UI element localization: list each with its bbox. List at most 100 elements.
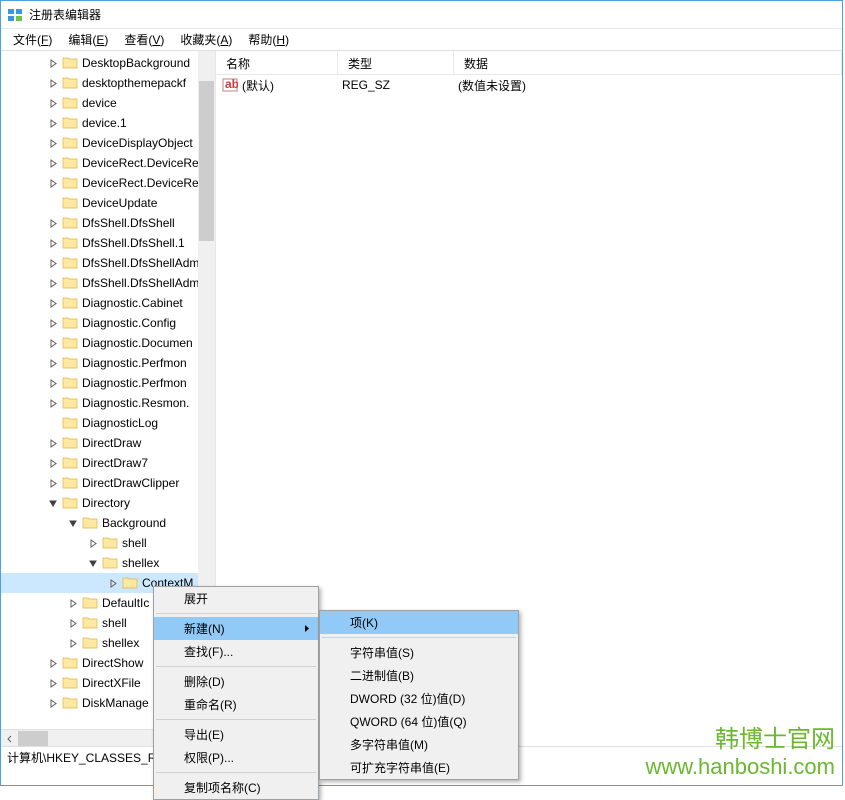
folder-icon — [82, 636, 98, 650]
menu-item[interactable]: 重命名(R) — [154, 693, 318, 716]
expand-icon[interactable] — [47, 397, 60, 410]
tree-item[interactable]: Diagnostic.Resmon. — [1, 393, 215, 413]
column-data[interactable]: 数据 — [454, 51, 842, 74]
menu-item[interactable]: 二进制值(B) — [320, 664, 518, 687]
tree-item-label: DirectDrawClipper — [82, 476, 179, 490]
tree-item[interactable]: DeviceUpdate — [1, 193, 215, 213]
expand-icon[interactable] — [47, 257, 60, 270]
menu-item[interactable]: 项(K) — [320, 611, 518, 634]
list-row[interactable]: ab(默认)REG_SZ(数值未设置) — [216, 75, 842, 95]
menu-item[interactable]: DWORD (32 位)值(D) — [320, 687, 518, 710]
expand-icon[interactable] — [47, 297, 60, 310]
menu-item[interactable]: 权限(P)... — [154, 746, 318, 769]
expand-icon[interactable] — [47, 357, 60, 370]
expand-icon[interactable] — [47, 437, 60, 450]
scrollbar-thumb[interactable] — [18, 731, 48, 746]
expand-icon[interactable] — [47, 477, 60, 490]
expand-icon[interactable] — [47, 97, 60, 110]
menu-item[interactable]: 查找(F)... — [154, 640, 318, 663]
expand-icon[interactable] — [47, 117, 60, 130]
tree-item[interactable]: DiagnosticLog — [1, 413, 215, 433]
tree-item[interactable]: shell — [1, 533, 215, 553]
tree-item[interactable]: DirectDraw7 — [1, 453, 215, 473]
expand-icon[interactable] — [47, 377, 60, 390]
expand-icon[interactable] — [47, 217, 60, 230]
expand-icon[interactable] — [47, 277, 60, 290]
tree-item[interactable]: desktopthemepackf — [1, 73, 215, 93]
window-title: 注册表编辑器 — [29, 6, 101, 23]
watermark-text-1: 韩博士官网 — [645, 719, 835, 754]
expand-icon[interactable] — [47, 177, 60, 190]
expand-icon[interactable] — [87, 537, 100, 550]
tree-item-label: DeviceRect.DeviceRe — [82, 176, 199, 190]
tree-item[interactable]: device.1 — [1, 113, 215, 133]
column-name[interactable]: 名称 — [216, 51, 338, 74]
expand-icon[interactable] — [47, 697, 60, 710]
expand-icon[interactable] — [47, 657, 60, 670]
tree-item[interactable]: DirectDrawClipper — [1, 473, 215, 493]
expand-icon[interactable] — [47, 237, 60, 250]
tree-item[interactable]: DfsShell.DfsShellAdm — [1, 273, 215, 293]
menu-item[interactable]: 可扩充字符串值(E) — [320, 756, 518, 779]
tree-item[interactable]: DeviceRect.DeviceRe — [1, 153, 215, 173]
expand-icon[interactable] — [107, 577, 120, 590]
no-expand — [47, 197, 60, 210]
menu-e[interactable]: 编辑(E) — [60, 29, 116, 50]
expand-icon[interactable] — [47, 77, 60, 90]
expand-icon[interactable] — [47, 677, 60, 690]
folder-icon — [62, 156, 78, 170]
menu-a[interactable]: 收藏夹(A) — [172, 29, 240, 50]
folder-icon — [62, 76, 78, 90]
expand-icon[interactable] — [67, 597, 80, 610]
folder-icon — [82, 596, 98, 610]
menu-h[interactable]: 帮助(H) — [240, 29, 297, 50]
menu-separator — [156, 719, 316, 720]
scroll-left-button[interactable] — [1, 730, 18, 746]
list-body: ab(默认)REG_SZ(数值未设置) — [216, 75, 842, 95]
expand-icon[interactable] — [47, 57, 60, 70]
menu-f[interactable]: 文件(F) — [5, 29, 60, 50]
scrollbar-thumb[interactable] — [199, 81, 214, 241]
folder-icon — [62, 676, 78, 690]
menu-item[interactable]: 新建(N) — [154, 617, 318, 640]
tree-item[interactable]: Diagnostic.Perfmon — [1, 373, 215, 393]
tree-item[interactable]: Diagnostic.Cabinet — [1, 293, 215, 313]
tree-item-label: device.1 — [82, 116, 127, 130]
menu-item[interactable]: 多字符串值(M) — [320, 733, 518, 756]
menu-item[interactable]: 删除(D) — [154, 670, 318, 693]
expand-icon[interactable] — [47, 337, 60, 350]
tree-item[interactable]: Diagnostic.Documen — [1, 333, 215, 353]
collapse-icon[interactable] — [87, 557, 100, 570]
tree-item[interactable]: DfsShell.DfsShellAdm — [1, 253, 215, 273]
tree-item[interactable]: DfsShell.DfsShell — [1, 213, 215, 233]
tree-item[interactable]: DeviceDisplayObject — [1, 133, 215, 153]
menu-item[interactable]: 导出(E) — [154, 723, 318, 746]
tree-item[interactable]: Diagnostic.Perfmon — [1, 353, 215, 373]
context-submenu-new[interactable]: 项(K) 字符串值(S)二进制值(B)DWORD (32 位)值(D)QWORD … — [319, 610, 519, 780]
tree-item[interactable]: DfsShell.DfsShell.1 — [1, 233, 215, 253]
tree-item[interactable]: DirectDraw — [1, 433, 215, 453]
collapse-icon[interactable] — [67, 517, 80, 530]
tree-item[interactable]: shellex — [1, 553, 215, 573]
tree-item[interactable]: Directory — [1, 493, 215, 513]
menu-v[interactable]: 查看(V) — [116, 29, 172, 50]
expand-icon[interactable] — [47, 457, 60, 470]
expand-icon[interactable] — [47, 137, 60, 150]
expand-icon[interactable] — [67, 637, 80, 650]
tree-item[interactable]: device — [1, 93, 215, 113]
expand-icon[interactable] — [47, 157, 60, 170]
tree-item[interactable]: Background — [1, 513, 215, 533]
menu-item[interactable]: 展开 — [154, 587, 318, 610]
column-type[interactable]: 类型 — [338, 51, 454, 74]
menu-item[interactable]: 字符串值(S) — [320, 641, 518, 664]
collapse-icon[interactable] — [47, 497, 60, 510]
tree-item[interactable]: Diagnostic.Config — [1, 313, 215, 333]
expand-icon[interactable] — [47, 317, 60, 330]
tree-item-label: desktopthemepackf — [82, 76, 186, 90]
tree-item[interactable]: DesktopBackground — [1, 53, 215, 73]
expand-icon[interactable] — [67, 617, 80, 630]
tree-item[interactable]: DeviceRect.DeviceRe — [1, 173, 215, 193]
context-menu-tree[interactable]: 展开新建(N)查找(F)...删除(D)重命名(R)导出(E)权限(P)...复… — [153, 586, 319, 800]
folder-icon — [62, 376, 78, 390]
menu-item[interactable]: QWORD (64 位)值(Q) — [320, 710, 518, 733]
